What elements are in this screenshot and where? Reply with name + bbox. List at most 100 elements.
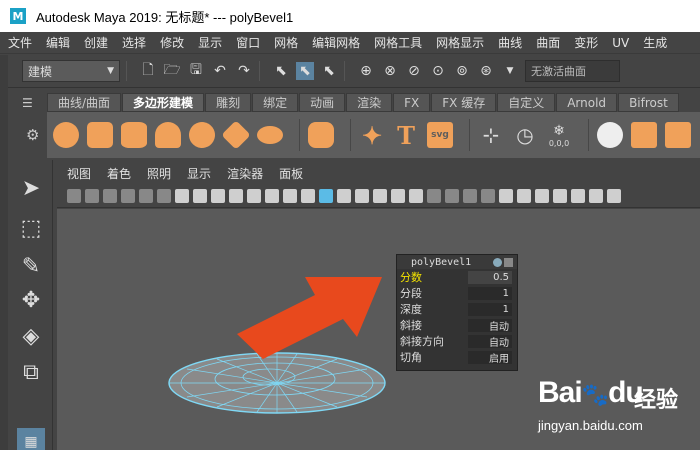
shadows-icon[interactable] [409,188,423,203]
smooth-shade-icon[interactable] [319,188,333,203]
star-icon[interactable]: ✦ [359,121,385,150]
attr-value-field[interactable]: 1 [468,302,512,316]
tab-rendering[interactable]: 渲染 [346,93,393,112]
panel-menu-panels[interactable]: 面板 [279,165,303,182]
menu-set-dropdown[interactable]: 建模 ▼ [22,60,120,82]
film-gate-icon[interactable] [193,188,207,203]
snap-surface-icon[interactable]: ⊚ [453,62,471,80]
multisample-icon[interactable] [463,188,477,203]
gamma-icon[interactable] [571,188,585,203]
camera-icon[interactable] [67,188,81,203]
poly-disc-icon[interactable] [257,126,283,144]
snowflake-icon[interactable]: ❄ 0,0,0 [546,122,572,148]
menu-uv[interactable]: UV [612,36,629,50]
tab-fx[interactable]: FX [393,93,431,112]
select-hierarchy-icon[interactable]: ⬉ [272,62,290,80]
attr-value-field[interactable]: 1 [468,286,512,300]
type-text-icon[interactable]: T [393,121,419,150]
panel-menu-show[interactable]: 显示 [187,165,211,182]
tab-animation[interactable]: 动画 [299,93,346,112]
exposure-icon[interactable] [589,188,603,203]
poly-cube-icon[interactable] [87,122,113,148]
menu-surfaces[interactable]: 曲面 [536,34,560,51]
menu-icon[interactable] [504,257,513,267]
xray-joints-icon[interactable] [535,188,549,203]
attr-value-field[interactable]: 0.5 [468,270,512,284]
select-object-icon[interactable]: ⬉ [296,62,314,80]
snap-grid-icon[interactable]: ⊕ [357,62,375,80]
grid-icon[interactable] [175,188,189,203]
new-scene-icon[interactable]: 🗋 [139,62,157,80]
attr-row-depth[interactable]: 深度 1 [397,301,517,317]
paint-select-tool-icon[interactable]: ✎ [17,252,45,280]
panel-menu-lighting[interactable]: 照明 [147,165,171,182]
xray-components-icon[interactable] [553,188,567,203]
attr-row-chamfer[interactable]: 切角 启用 [397,349,517,365]
poly-torus-icon[interactable] [184,117,220,153]
camera-attributes-icon[interactable] [85,188,99,203]
tab-arnold[interactable]: Arnold [556,93,618,112]
safe-title-icon[interactable] [283,188,297,203]
select-tool-icon[interactable]: ➤ [17,174,45,202]
xray-icon[interactable] [517,188,531,203]
depth-of-field-icon[interactable] [481,188,495,203]
panel-menu-shading[interactable]: 着色 [107,165,131,182]
tab-bifrost[interactable]: Bifrost [618,93,679,112]
grease-pencil-icon[interactable] [157,188,171,203]
svg-icon[interactable]: svg [427,122,453,148]
snap-curve-icon[interactable]: ⊗ [381,62,399,80]
textured-icon[interactable] [373,188,387,203]
menu-generate[interactable]: 生成 [643,34,667,51]
poly-sphere-icon[interactable] [53,122,79,148]
save-scene-icon[interactable]: 🖫 [187,62,205,80]
shelf-menu-icon[interactable]: ☰ [22,93,46,112]
attr-row-segments[interactable]: 分段 1 [397,285,517,301]
panel-menu-view[interactable]: 视图 [67,165,91,182]
snap-point-icon[interactable]: ⊘ [405,62,423,80]
menu-windows[interactable]: 窗口 [236,34,260,51]
tab-rigging[interactable]: 绑定 [252,93,299,112]
menu-mesh[interactable]: 网格 [274,34,298,51]
move-tool-icon[interactable]: ✥ [17,286,45,314]
resolution-gate-icon[interactable] [211,188,225,203]
snap-view-plane-icon[interactable]: ⊙ [429,62,447,80]
make-live-icon[interactable]: ⊛ [477,62,495,80]
attr-row-mitering[interactable]: 斜接 自动 [397,317,517,333]
motion-blur-icon[interactable] [445,188,459,203]
wireframe-on-shaded-icon[interactable] [355,188,369,203]
menu-curves[interactable]: 曲线 [498,34,522,51]
clock-icon[interactable]: ◷ [512,122,538,148]
mesh-sculpt-icon[interactable]: ⊹ [478,122,504,148]
menu-mesh-tools[interactable]: 网格工具 [374,34,422,51]
rotate-tool-icon[interactable]: ◈ [17,322,45,350]
attr-value-field[interactable]: 自动 [468,318,512,333]
gate-mask-icon[interactable] [229,188,243,203]
redo-icon[interactable]: ↷ [235,62,253,80]
menu-edit[interactable]: 编辑 [46,34,70,51]
use-all-lights-icon[interactable] [391,188,405,203]
undo-icon[interactable]: ↶ [211,62,229,80]
separate-icon[interactable] [631,122,657,148]
ambient-occlusion-icon[interactable] [427,188,441,203]
scale-tool-icon[interactable]: ⧉ [17,358,45,386]
extract-icon[interactable] [665,122,691,148]
2d-pan-zoom-icon[interactable] [139,188,153,203]
tab-custom[interactable]: 自定义 [497,93,556,112]
poly-cylinder-icon[interactable] [121,122,147,148]
bookmark-icon[interactable] [103,188,117,203]
attr-value-field[interactable]: 自动 [468,334,512,349]
select-component-icon[interactable]: ⬉ [320,62,338,80]
menu-select[interactable]: 选择 [122,34,146,51]
menu-file[interactable]: 文件 [8,34,32,51]
open-scene-icon[interactable]: 🗁 [163,62,181,80]
field-chart-icon[interactable] [247,188,261,203]
attr-value-field[interactable]: 启用 [468,350,512,365]
menu-mesh-display[interactable]: 网格显示 [436,34,484,51]
isolate-select-icon[interactable] [499,188,513,203]
gear-icon[interactable]: ⚙ [26,126,39,144]
platonic-solid-icon[interactable] [308,122,334,148]
menu-display[interactable]: 显示 [198,34,222,51]
chevron-down-icon[interactable]: ▼ [501,62,519,80]
safe-action-icon[interactable] [265,188,279,203]
image-plane-icon[interactable] [121,188,135,203]
